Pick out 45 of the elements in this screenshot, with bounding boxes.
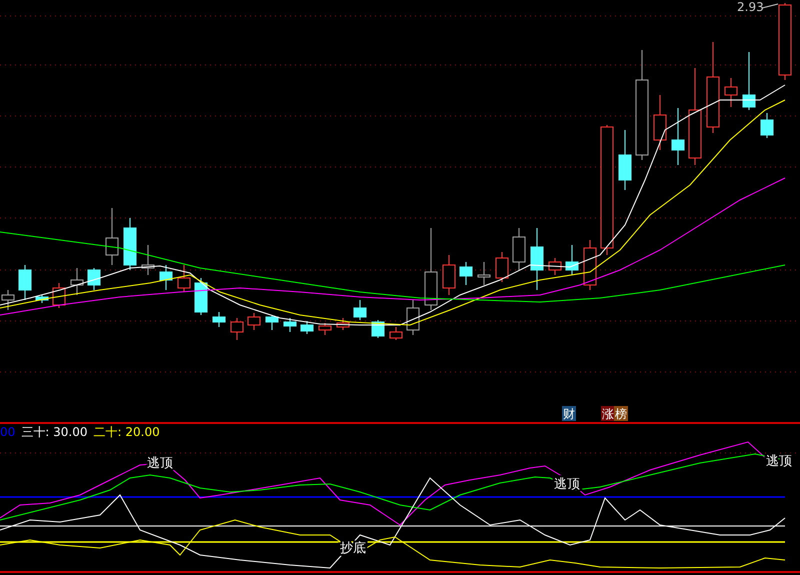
candlestick: [18, 264, 32, 300]
candlestick: [548, 258, 562, 276]
legend-label: 二十: 20.00: [94, 424, 160, 440]
candlestick: [760, 112, 774, 138]
candlestick: [742, 52, 756, 110]
high-price-label: 2.93: [737, 0, 764, 14]
candlestick: [70, 268, 84, 296]
candlestick: [442, 254, 456, 296]
candlestick: [284, 318, 296, 332]
candlestick: [584, 240, 596, 290]
candlestick: [460, 262, 472, 286]
candlestick: [248, 312, 260, 330]
candlestick: [160, 264, 172, 290]
candlestick: [300, 320, 314, 334]
candlestick: [530, 228, 544, 290]
candlestick: [496, 252, 508, 282]
candlestick: [106, 208, 118, 266]
candlestick: [212, 312, 226, 328]
candlestick: [672, 108, 684, 166]
candlestick: [566, 244, 578, 276]
candlestick: [724, 78, 738, 108]
candlestick: [142, 244, 154, 276]
legend-label: 00: [0, 425, 16, 439]
candlestick: [618, 130, 632, 190]
candlestick: [478, 262, 490, 286]
leader-line: [762, 4, 778, 8]
tag-badge[interactable]: 涨: [601, 406, 615, 421]
candlestick: [512, 228, 526, 270]
candlestick: [124, 218, 136, 270]
candlestick: [390, 326, 402, 340]
candlestick: [88, 268, 100, 290]
candlestick: [36, 294, 48, 304]
tag-badge[interactable]: 榜: [614, 406, 628, 421]
candlestick: [194, 278, 208, 316]
candlestick: [230, 318, 244, 340]
candlestick: [266, 314, 278, 330]
candlestick: [336, 318, 350, 330]
candlestick: [406, 300, 420, 336]
candlestick: [52, 282, 66, 308]
tag-badge[interactable]: 财: [562, 406, 576, 421]
candlestick: [654, 94, 666, 150]
candlestick: [178, 264, 190, 292]
candlestick: [354, 300, 366, 320]
legend-label: 三十: 30.00: [21, 424, 88, 440]
candlestick: [318, 322, 332, 336]
